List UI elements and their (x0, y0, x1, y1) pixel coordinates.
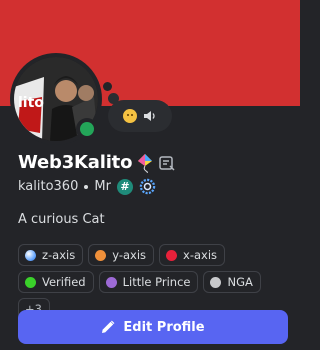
speaker-icon (144, 111, 155, 121)
role-label: y-axis (112, 248, 147, 262)
thought-bubble-small (103, 82, 112, 91)
smiley-emoji-icon (123, 109, 137, 123)
role-label: x-axis (183, 248, 218, 262)
role-tag[interactable]: y-axis (88, 244, 155, 266)
role-tag[interactable]: z-axis (18, 244, 84, 266)
role-tag[interactable]: x-axis (159, 244, 226, 266)
role-color-dot (105, 276, 117, 288)
profile-card: lito Web3Kalito kalito360 Mr # A curious… (0, 0, 300, 350)
role-label: NGA (227, 275, 253, 289)
username: kalito360 (18, 179, 79, 194)
role-tag[interactable]: Verified (18, 271, 94, 293)
role-color-dot (95, 249, 107, 261)
handle-row: kalito360 Mr # (18, 178, 156, 195)
role-color-dot (166, 249, 178, 261)
display-name-row: Web3Kalito (18, 152, 176, 173)
pencil-icon (102, 320, 115, 333)
custom-status-bubble[interactable] (108, 100, 172, 132)
separator-dot (84, 184, 89, 189)
note-icon[interactable] (158, 154, 176, 172)
role-tag[interactable]: NGA (203, 271, 261, 293)
role-tag[interactable]: Little Prince (98, 271, 199, 293)
role-color-dot (25, 276, 36, 288)
edit-profile-label: Edit Profile (123, 319, 205, 335)
role-label: Verified (42, 275, 86, 289)
edit-profile-button[interactable]: Edit Profile (18, 310, 288, 344)
bio-text: A curious Cat (18, 212, 105, 227)
hash-badge-icon[interactable]: # (116, 178, 133, 195)
avatar-text: lito (18, 95, 44, 111)
gear-badge-icon[interactable] (139, 178, 156, 195)
kite-emoji-icon (138, 153, 153, 173)
display-name: Web3Kalito (18, 152, 133, 173)
role-color-dot (25, 249, 36, 261)
online-status-icon (80, 122, 94, 136)
pronouns: Mr (94, 179, 111, 194)
role-label: Little Prince (122, 275, 191, 289)
role-color-dot (210, 276, 222, 288)
roles-list: z-axis y-axis x-axis Verified Little Pri… (18, 244, 288, 320)
role-label: z-axis (42, 248, 76, 262)
